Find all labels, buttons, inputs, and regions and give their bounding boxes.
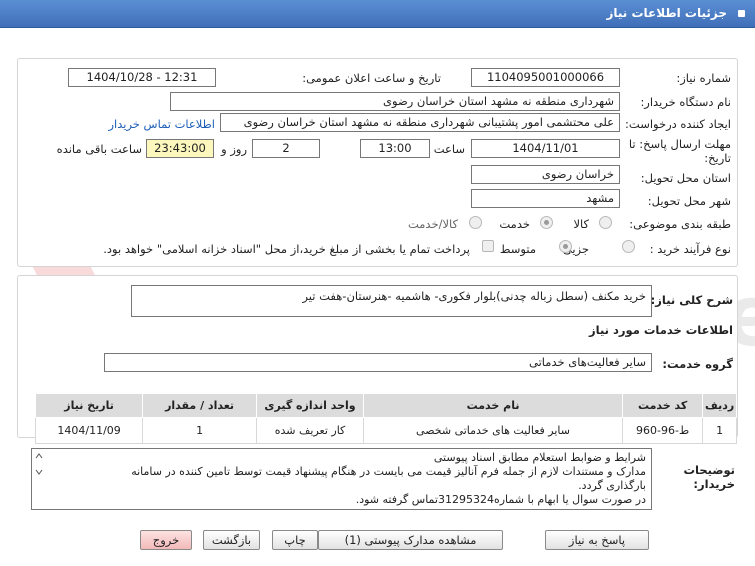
cell-unit: کار تعریف شده <box>255 417 365 444</box>
back-button[interactable]: بازگشت <box>203 530 260 550</box>
cell-service-code: ط-96-960 <box>621 417 704 444</box>
col-need-date: تاریخ نیاز <box>34 393 144 418</box>
table-header-row: ردیف کد خدمت نام خدمت واحد اندازه گیری ت… <box>34 393 737 418</box>
treasury-payment-note: پرداخت تمام یا بخشی از مبلغ خرید،از محل … <box>103 242 470 256</box>
days-label: روز و <box>221 142 247 156</box>
notes-line: مدارک و مستندات لازم از جمله فرم آنالیز … <box>131 465 646 478</box>
city-field: مشهد <box>471 189 620 208</box>
process-option-medium-label: متوسط <box>499 242 536 256</box>
notes-scroll-icon[interactable] <box>35 453 43 475</box>
col-unit: واحد اندازه گیری <box>255 393 365 418</box>
notes-line: بارگذاری گردد. <box>578 479 646 492</box>
col-service-code: کد خدمت <box>621 393 704 418</box>
col-service-name: نام خدمت <box>363 393 623 418</box>
deadline-label-date: تاریخ: <box>704 151 731 165</box>
deadline-time-label: ساعت <box>433 142 465 156</box>
remaining-label: ساعت باقی مانده <box>56 142 142 156</box>
service-group-label: گروه خدمت: <box>662 357 733 371</box>
announce-label: تاریخ و ساعت اعلان عمومی: <box>302 71 441 85</box>
buyer-notes-label: توضیحات <box>683 463 736 477</box>
notes-line: در صورت سوال یا ابهام با شماره31295324تم… <box>355 493 646 506</box>
process-option-minor-radio[interactable] <box>622 240 635 253</box>
creator-label: ایجاد کننده درخواست: <box>625 117 731 131</box>
category-option-both-radio[interactable] <box>469 216 482 229</box>
category-label: طبقه بندی موضوعی: <box>629 217 731 231</box>
title-marker-icon <box>738 10 745 17</box>
col-quantity: تعداد / مقدار <box>142 393 257 418</box>
service-group-field: سایر فعالیت‌های خدماتی <box>104 353 652 372</box>
city-label: شهر محل تحویل: <box>647 194 731 208</box>
buyer-label: نام دستگاه خریدار: <box>640 95 731 109</box>
deadline-date-field: 1404/11/01 <box>471 139 620 158</box>
process-option-medium-radio[interactable] <box>559 240 572 253</box>
services-heading: اطلاعات خدمات مورد نیاز <box>589 323 733 337</box>
table-row: 1 ط-96-960 سایر فعالیت های خدماتی شخصی ک… <box>34 417 737 444</box>
remaining-time-field: 23:43:00 <box>146 139 214 158</box>
summary-field: خرید مکنف (سطل زباله چدنی)بلوار فکوری- ه… <box>131 285 652 317</box>
view-attachments-button[interactable]: مشاهده مدارک پیوستی (1) <box>318 530 503 550</box>
title-bar: جزئیات اطلاعات نیاز <box>0 0 755 28</box>
need-number-label: شماره نیاز: <box>676 71 731 85</box>
category-option-service-radio[interactable] <box>540 216 553 229</box>
buyer-notes-label-2: خریدار: <box>693 477 735 491</box>
col-row-number: ردیف <box>702 393 737 418</box>
cell-need-date: 1404/11/09 <box>34 417 144 444</box>
announce-field: 1404/10/28 - 12:31 <box>68 68 216 87</box>
buyer-field: شهرداری منطقه نه مشهد استان خراسان رضوی <box>170 92 620 111</box>
summary-label: شرح کلی نیاز: <box>650 293 733 307</box>
deadline-label: مهلت ارسال پاسخ: تا <box>628 137 731 151</box>
need-number-field: 1104095001000066 <box>471 68 620 87</box>
cell-row-number: 1 <box>702 417 737 444</box>
province-field: خراسان رضوی <box>471 165 620 184</box>
category-option-goods-radio[interactable] <box>599 216 612 229</box>
treasury-payment-checkbox[interactable] <box>482 240 494 252</box>
contact-buyer-link[interactable]: اطلاعات تماس خریدار <box>108 117 215 131</box>
days-field: 2 <box>252 139 320 158</box>
deadline-time-field: 13:00 <box>360 139 430 158</box>
province-label: استان محل تحویل: <box>640 171 731 185</box>
category-option-goods-label: کالا <box>573 217 589 231</box>
exit-button[interactable]: خروج <box>140 530 192 550</box>
info-panel <box>17 58 738 267</box>
category-option-both-label: کالا/خدمت <box>407 217 458 231</box>
services-table: ردیف کد خدمت نام خدمت واحد اندازه گیری ت… <box>34 393 737 444</box>
buyer-notes-box[interactable]: شرایط و ضوابط استعلام مطابق اسناد پیوستی… <box>31 448 652 510</box>
cell-quantity: 1 <box>142 417 257 444</box>
creator-field: علی محتشمی امور پشتیبانی شهرداری منطقه ن… <box>220 113 620 132</box>
category-option-service-label: خدمت <box>499 217 530 231</box>
process-label: نوع فرآیند خرید : <box>649 242 731 256</box>
print-button[interactable]: چاپ <box>272 530 318 550</box>
cell-service-name: سایر فعالیت های خدماتی شخصی <box>363 417 623 444</box>
notes-line: شرایط و ضوابط استعلام مطابق اسناد پیوستی <box>433 451 646 464</box>
reply-button[interactable]: پاسخ به نیاز <box>545 530 649 550</box>
page-title: جزئیات اطلاعات نیاز <box>606 6 727 20</box>
